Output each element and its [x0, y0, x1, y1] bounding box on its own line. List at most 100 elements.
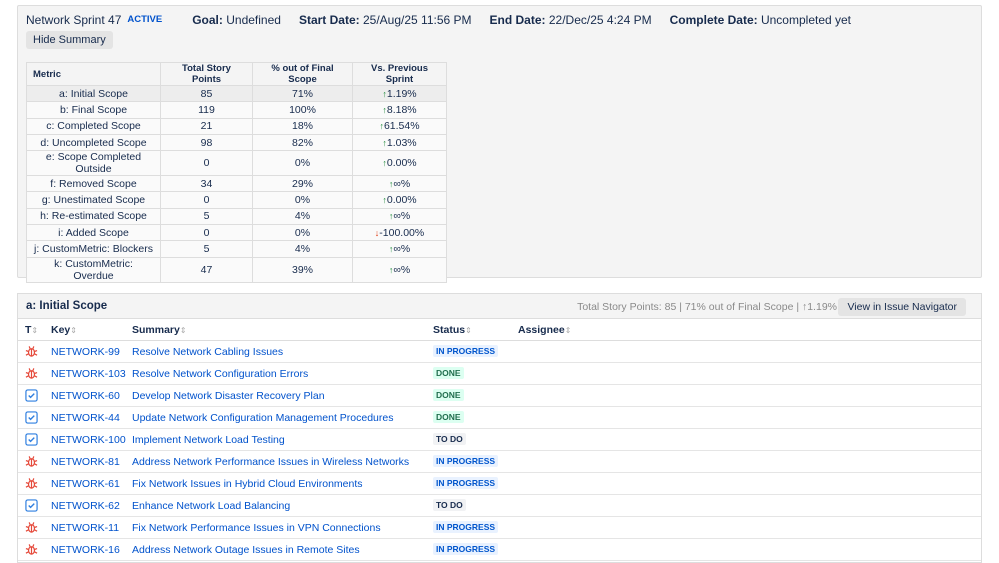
summary-row: d: Uncompleted Scope 98 82% ↑1.03% — [26, 133, 447, 152]
issue-key-link[interactable]: NETWORK-11 — [51, 522, 119, 534]
sprint-state-badge: ACTIVE — [127, 14, 163, 25]
task-icon — [25, 499, 38, 512]
end-label: End Date: — [489, 13, 546, 27]
summary-cell-metric: e: Scope Completed Outside — [26, 150, 161, 177]
status-badge: DONE — [433, 389, 464, 401]
summary-table: Metric Total Story Points% out of Final S… — [26, 62, 447, 283]
summary-cell-metric: c: Completed Scope — [26, 117, 161, 135]
bug-icon — [25, 477, 38, 490]
issue-key-link[interactable]: NETWORK-62 — [51, 500, 120, 512]
issue-key-link[interactable]: NETWORK-61 — [51, 478, 120, 490]
summary-cell-pct: 4% — [252, 240, 353, 258]
bug-icon — [25, 543, 38, 556]
summary-cell-metric: h: Re-estimated Scope — [26, 207, 161, 226]
column-header-summary[interactable]: Summary⇕ — [132, 324, 187, 336]
summary-cell-pct: 100% — [252, 101, 353, 119]
issue-row: NETWORK-60 Develop Network Disaster Reco… — [18, 385, 981, 407]
issue-summary-link[interactable]: Address Network Outage Issues in Remote … — [132, 544, 360, 556]
complete-label: Complete Date: — [669, 13, 758, 27]
issue-summary-link[interactable]: Enhance Network Load Balancing — [132, 500, 290, 512]
summary-cell-points: 5 — [160, 207, 253, 226]
status-badge: IN PROGRESS — [433, 455, 499, 467]
summary-cell-points: 0 — [160, 191, 253, 209]
issue-row: NETWORK-62 Enhance Network Load Balancin… — [18, 495, 981, 517]
summary-cell-pct: 0% — [252, 224, 353, 242]
bug-icon — [25, 367, 38, 380]
summary-cell-pct: 39% — [252, 256, 353, 283]
status-badge: TO DO — [433, 499, 466, 511]
summary-cell-vs: ↑0.00% — [352, 191, 447, 209]
issue-table-header: T⇕ Key⇕ Summary⇕ Status⇕ Assignee⇕ — [18, 319, 981, 341]
bug-icon — [25, 345, 38, 358]
issue-key-link[interactable]: NETWORK-103 — [51, 368, 126, 380]
summary-cell-vs: ↑61.54% — [352, 117, 447, 135]
initial-scope-panel: a: Initial Scope Total Story Points: 85 … — [17, 293, 982, 563]
issue-summary-link[interactable]: Develop Network Disaster Recovery Plan — [132, 390, 325, 402]
summary-cell-vs: ↑1.03% — [352, 133, 447, 152]
task-icon — [25, 411, 38, 424]
issue-summary-link[interactable]: Resolve Network Cabling Issues — [132, 346, 283, 358]
issue-summary-link[interactable]: Implement Network Load Testing — [132, 434, 285, 446]
task-icon — [25, 433, 38, 446]
issue-key-link[interactable]: NETWORK-44 — [51, 412, 120, 424]
start-label: Start Date: — [298, 13, 360, 27]
section-title: a: Initial Scope — [26, 300, 108, 312]
vs-value: 61.54% — [383, 120, 420, 133]
summary-row: i: Added Scope 0 0% ↓-100.00% — [26, 224, 447, 242]
summary-row: f: Removed Scope 34 29% ↑∞% — [26, 175, 447, 193]
issue-key-link[interactable]: NETWORK-16 — [51, 544, 120, 556]
column-header-t[interactable]: T⇕ — [25, 324, 38, 336]
summary-cell-metric: i: Added Scope — [26, 224, 161, 242]
issue-summary-link[interactable]: Resolve Network Configuration Errors — [132, 368, 308, 380]
column-header-status[interactable]: Status⇕ — [433, 324, 472, 336]
summary-row: k: CustomMetric: Overdue 47 39% ↑∞% — [26, 256, 447, 283]
goal-value: Undefined — [226, 13, 281, 27]
issue-row: NETWORK-100 Implement Network Load Testi… — [18, 429, 981, 451]
issue-key-link[interactable]: NETWORK-60 — [51, 390, 120, 402]
summary-cell-points: 21 — [160, 117, 253, 135]
column-header-key[interactable]: Key⇕ — [51, 324, 77, 336]
summary-cell-vs: ↑0.00% — [352, 150, 447, 177]
vs-value: 1.19% — [386, 87, 417, 100]
issue-key-link[interactable]: NETWORK-100 — [51, 434, 126, 446]
bug-icon — [25, 455, 38, 468]
issue-row: NETWORK-44 Update Network Configuration … — [18, 407, 981, 429]
sort-icon: ⇕ — [564, 326, 572, 335]
vs-value: 0.00% — [386, 194, 417, 207]
hide-summary-button[interactable]: Hide Summary — [26, 31, 113, 49]
summary-column-header: Metric — [26, 62, 161, 86]
summary-cell-vs: ↑8.18% — [352, 101, 447, 119]
column-label: Key — [51, 324, 71, 336]
sprint-summary-panel: Network Sprint 47 ACTIVE Goal: Undefined… — [17, 5, 982, 283]
summary-cell-points: 98 — [160, 133, 253, 152]
vs-value: 1.03% — [386, 136, 417, 149]
sort-icon: ⇕ — [465, 326, 472, 335]
summary-cell-pct: 0% — [252, 191, 353, 209]
status-badge: DONE — [433, 411, 464, 423]
issue-key-link[interactable]: NETWORK-81 — [51, 456, 120, 468]
goal-label: Goal: — [192, 13, 223, 27]
vs-value: ∞% — [393, 177, 411, 190]
sort-icon: ⇕ — [179, 326, 187, 335]
issue-summary-link[interactable]: Fix Network Issues in Hybrid Cloud Envir… — [132, 478, 363, 490]
summary-cell-vs: ↓-100.00% — [352, 224, 447, 242]
view-in-issue-navigator-button[interactable]: View in Issue Navigator — [838, 298, 966, 316]
issue-row: NETWORK-16 Address Network Outage Issues… — [18, 539, 981, 561]
column-header-assignee[interactable]: Assignee⇕ — [518, 324, 571, 336]
section-stats: Total Story Points: 85 | 71% out of Fina… — [577, 301, 837, 313]
issue-summary-link[interactable]: Address Network Performance Issues in Wi… — [132, 456, 409, 468]
issue-row: NETWORK-11 Fix Network Performance Issue… — [18, 517, 981, 539]
sort-icon: ⇕ — [70, 326, 77, 335]
summary-cell-metric: k: CustomMetric: Overdue — [26, 256, 161, 283]
summary-cell-pct: 29% — [252, 175, 353, 193]
status-badge: IN PROGRESS — [433, 543, 499, 555]
issue-key-link[interactable]: NETWORK-99 — [51, 346, 120, 358]
issue-summary-link[interactable]: Update Network Configuration Management … — [132, 412, 393, 424]
summary-cell-pct: 18% — [252, 117, 353, 135]
status-badge: DONE — [433, 367, 464, 379]
issue-summary-link[interactable]: Fix Network Performance Issues in VPN Co… — [132, 522, 381, 534]
summary-cell-metric: g: Unestimated Scope — [26, 191, 161, 209]
summary-cell-vs: ↑∞% — [352, 256, 447, 283]
summary-column-header: % out of Final Scope — [252, 62, 353, 86]
summary-cell-points: 34 — [160, 175, 253, 193]
